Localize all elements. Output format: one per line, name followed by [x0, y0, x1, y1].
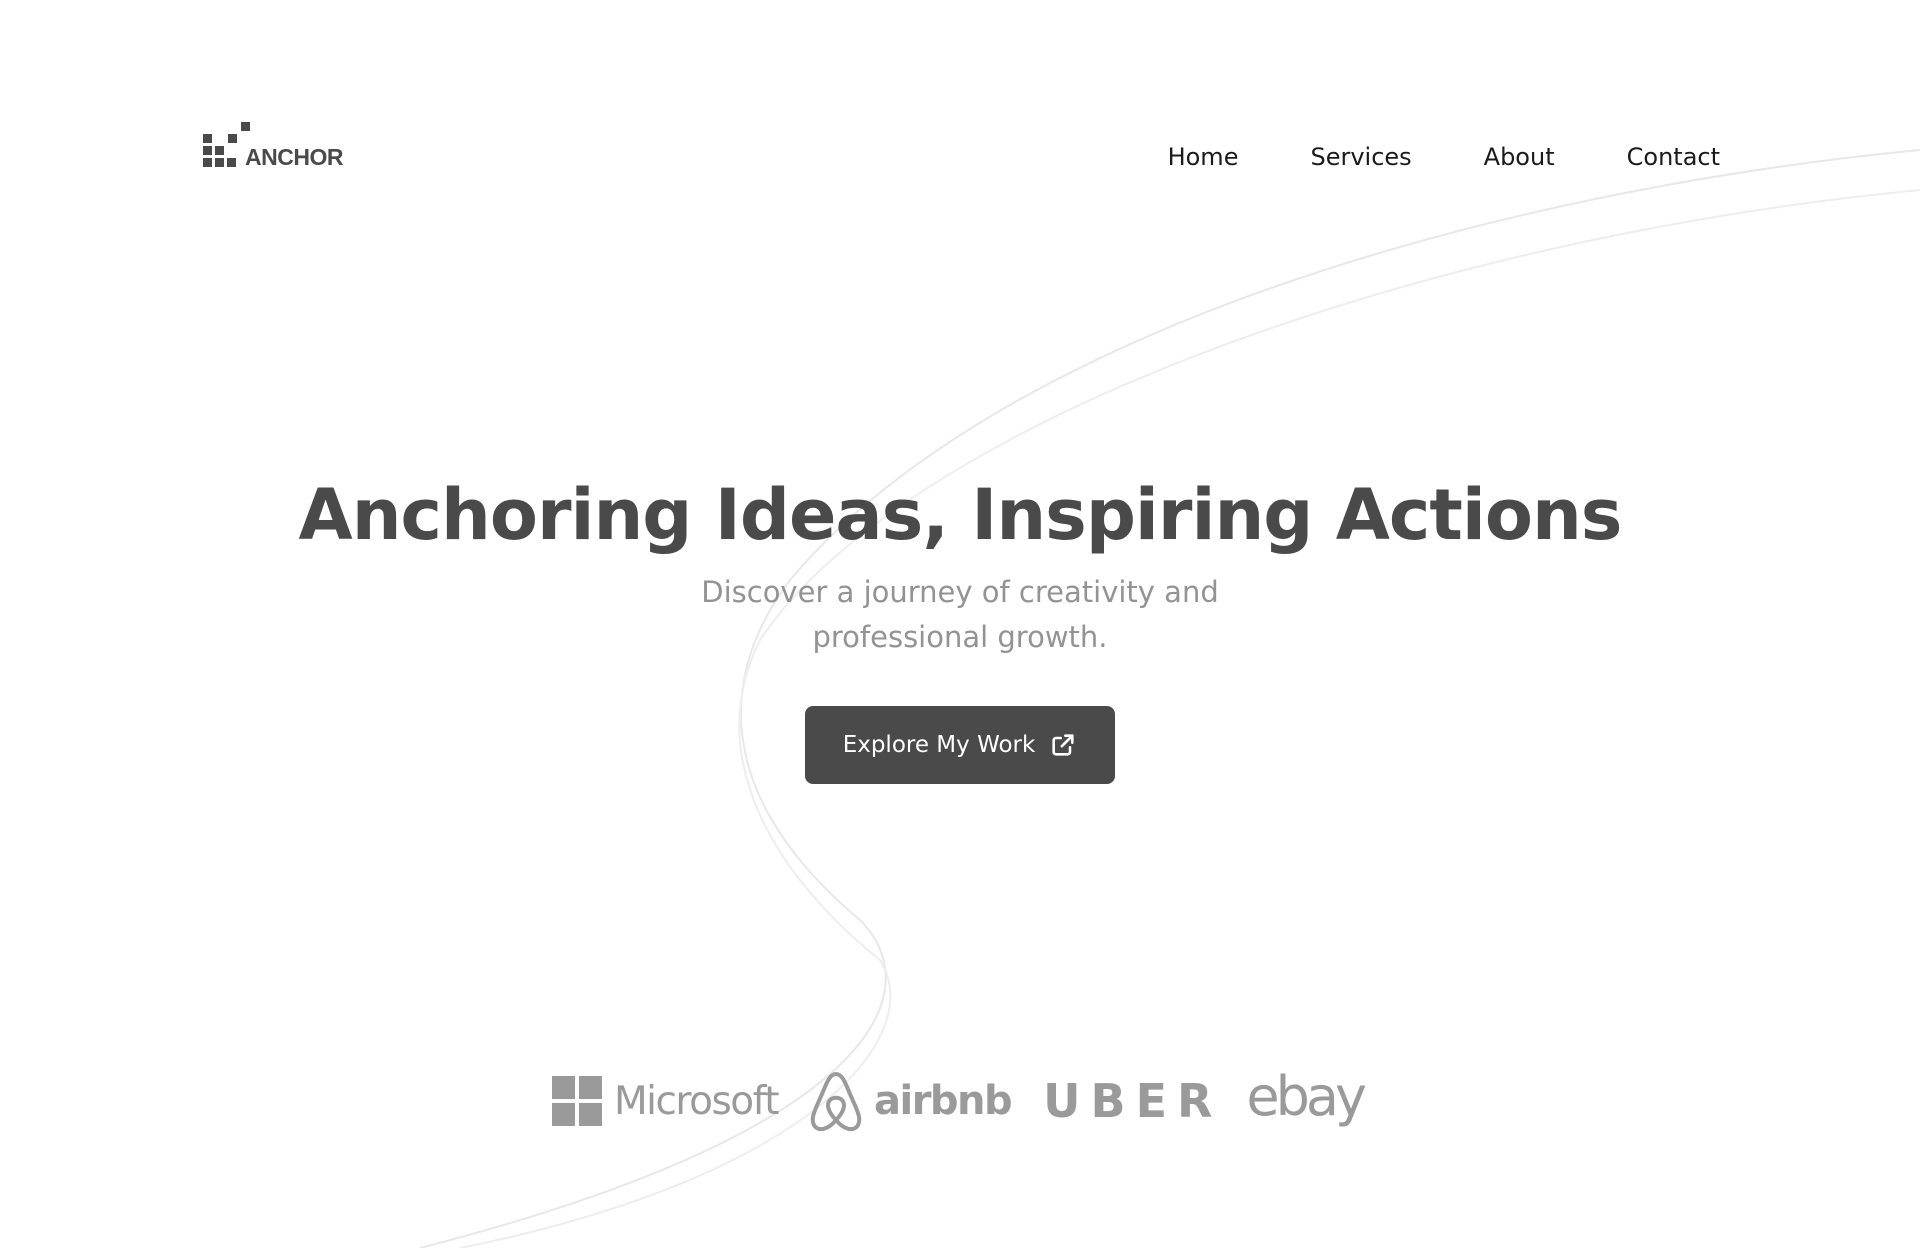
nav-item-about[interactable]: About: [1484, 140, 1555, 174]
anchor-logo-text: ANCHOR: [245, 144, 343, 170]
main-nav: Home Services About Contact: [1096, 140, 1720, 174]
anchor-logo[interactable]: ANCHOR: [203, 120, 343, 170]
airbnb-logo-text: airbnb: [873, 1078, 1013, 1124]
uber-logo: UBER: [1011, 1074, 1222, 1128]
ebay-logo: ebay: [1222, 1065, 1367, 1128]
airbnb-logo: airbnb: [808, 1070, 1013, 1132]
cta-label: Explore My Work: [842, 732, 1036, 758]
microsoft-logo-text: Microsoft: [614, 1078, 779, 1124]
explore-my-work-button[interactable]: Explore My Work: [805, 706, 1115, 784]
nav-item-contact[interactable]: Contact: [1627, 140, 1720, 174]
client-logos: Microsoft airbnb UBER ebay: [552, 1065, 1367, 1136]
microsoft-logo: Microsoft: [552, 1076, 779, 1126]
ebay-logo-text: ebay: [1246, 1064, 1367, 1128]
hero-title: Anchoring Ideas, Inspiring Actions: [298, 474, 1623, 556]
external-link-icon: [1052, 734, 1074, 756]
hero-subtitle: Discover a journey of creativity and pro…: [701, 575, 1219, 654]
microsoft-windows-icon: [552, 1076, 602, 1126]
nav-item-services[interactable]: Services: [1310, 140, 1411, 174]
nav-item-home[interactable]: Home: [1168, 140, 1239, 174]
airbnb-belo-icon: [810, 1072, 862, 1132]
uber-logo-text: UBER: [1043, 1074, 1223, 1128]
anchor-logo-icon: [203, 120, 251, 170]
